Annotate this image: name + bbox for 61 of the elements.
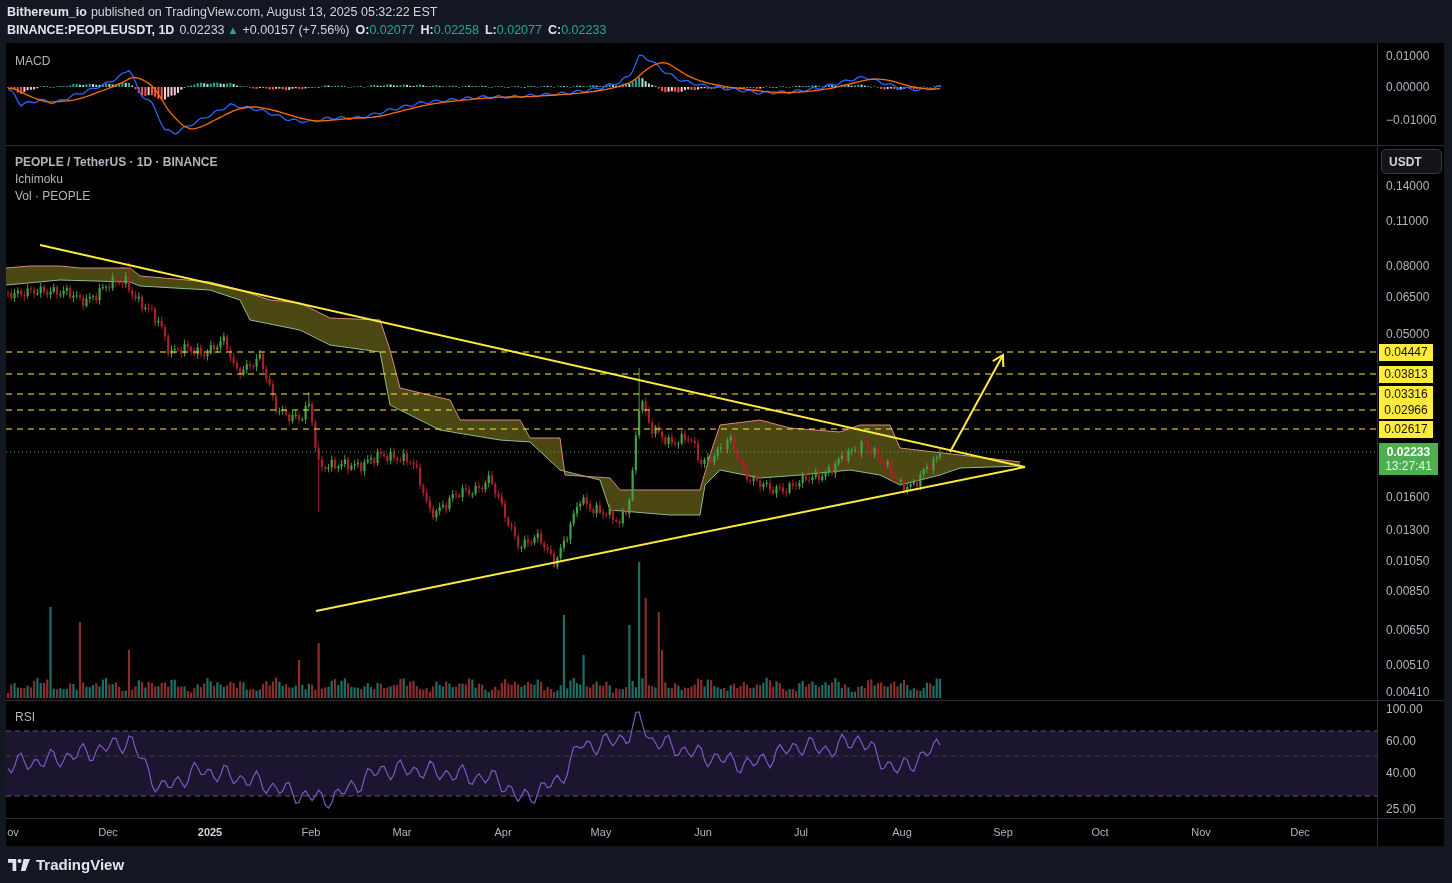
price-change: +0.00157 (+7.56%) bbox=[242, 22, 350, 39]
axis-label: 40.00 bbox=[1386, 766, 1417, 780]
time-axis-label: Jul bbox=[793, 825, 809, 839]
axis-label: 0.00510 bbox=[1386, 658, 1430, 672]
logo-icon[interactable] bbox=[8, 858, 30, 871]
indicator-title: Vol · PEOPLE bbox=[15, 188, 92, 205]
ohlc-label: L: bbox=[484, 22, 497, 39]
direction-arrow: ▲ bbox=[227, 23, 239, 38]
time-axis-label: Apr bbox=[494, 825, 512, 839]
ohlc-label: H: bbox=[420, 22, 434, 39]
symbol-legend: PEOPLE / TetherUS · 1D · BINANCE bbox=[15, 154, 218, 171]
axis-label: 0.06500 bbox=[1386, 290, 1430, 304]
ohlc-value: 0.02077 bbox=[496, 22, 542, 39]
price-level-tag: 0.04447 bbox=[1379, 344, 1433, 361]
axis-label: 100.00 bbox=[1386, 702, 1423, 716]
axis-label: 0.01000 bbox=[1386, 49, 1430, 63]
time-axis-label: Nov bbox=[1191, 825, 1211, 839]
axis-label: −0.01000 bbox=[1386, 113, 1437, 127]
axis-label: 0.00410 bbox=[1386, 685, 1430, 699]
time-axis-label: Sep bbox=[993, 825, 1013, 839]
axis-label: 0.14000 bbox=[1386, 179, 1430, 193]
ohlc-value: 0.02233 bbox=[561, 22, 607, 39]
indicator-title: Ichimoku bbox=[15, 171, 65, 188]
axis-label: 0.01050 bbox=[1386, 554, 1430, 568]
ohlc-value: 0.02077 bbox=[369, 22, 415, 39]
time-axis-label: Dec bbox=[98, 825, 118, 839]
time-axis-label: Jun bbox=[694, 825, 712, 839]
author-name[interactable]: Bithereum_io bbox=[7, 3, 87, 21]
last-price-value: 0.02233 bbox=[1386, 445, 1431, 459]
indicator-title: RSI bbox=[15, 709, 35, 726]
countdown-timer: 13:27:41 bbox=[1385, 459, 1432, 473]
time-axis-label: Aug bbox=[892, 825, 912, 839]
axis-label: 60.00 bbox=[1386, 734, 1417, 748]
time-axis-label: 2025 bbox=[197, 825, 223, 839]
time-axis-label: Feb bbox=[301, 825, 321, 839]
time-axis-label: Oct bbox=[1091, 825, 1109, 839]
price-level-tag: 0.02966 bbox=[1379, 402, 1433, 419]
time-axis-label: Mar bbox=[392, 825, 412, 839]
axis-label: 25.00 bbox=[1386, 802, 1417, 816]
ohlc-label: O: bbox=[355, 22, 370, 39]
brand-name[interactable]: TradingView bbox=[36, 856, 125, 873]
axis-label: 0.00650 bbox=[1386, 623, 1430, 637]
time-axis-label: May bbox=[590, 825, 612, 839]
price-level-tag: 0.03813 bbox=[1379, 366, 1433, 383]
axis-label: 0.00000 bbox=[1386, 80, 1430, 94]
axis-label: 0.00850 bbox=[1386, 584, 1430, 598]
price-level-tag: 0.02617 bbox=[1379, 421, 1433, 438]
publish-info: published on TradingView.com, August 13, 2025 05:32:22 EST bbox=[90, 4, 438, 21]
time-axis-label: Dec bbox=[1290, 825, 1310, 839]
axis-label: 0.01600 bbox=[1386, 490, 1430, 504]
axis-label: 0.08000 bbox=[1386, 259, 1430, 273]
time-axis-label: ov bbox=[7, 825, 19, 839]
ohlc-value: 0.02258 bbox=[433, 22, 479, 39]
indicator-title: MACD bbox=[15, 53, 51, 70]
last-price: 0.02233 bbox=[179, 22, 225, 39]
axis-label: 0.01300 bbox=[1386, 523, 1430, 537]
symbol-title: BINANCE:PEOPLEUSDT, 1D bbox=[7, 22, 175, 39]
axis-label: 0.05000 bbox=[1386, 327, 1430, 341]
currency-button[interactable]: USDT bbox=[1381, 149, 1442, 174]
ohlc-label: C: bbox=[547, 22, 562, 39]
axis-label: 0.11000 bbox=[1386, 214, 1429, 228]
